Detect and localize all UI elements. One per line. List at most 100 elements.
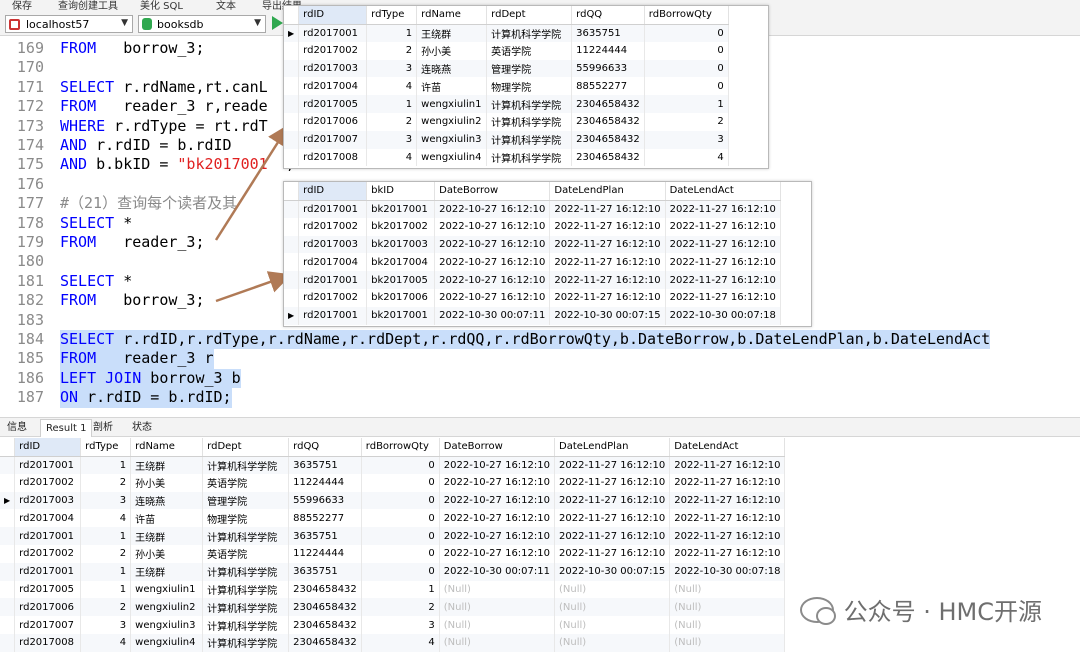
table-cell[interactable]: 4 xyxy=(644,148,729,167)
table-cell[interactable]: 0 xyxy=(644,77,729,96)
table-cell[interactable]: rd2017001 xyxy=(14,562,82,581)
table-row[interactable]: rd2017002 2 孙小美 英语学院 11224444 0 xyxy=(284,41,729,60)
table-cell[interactable]: 2022-11-27 16:12:10 xyxy=(554,544,671,563)
table-cell[interactable]: rd2017001 xyxy=(14,527,82,545)
column-header-rddept[interactable]: rdDept xyxy=(486,6,573,25)
table-cell[interactable]: 55996633 xyxy=(288,491,362,510)
table-cell[interactable]: 2022-11-27 16:12:10 xyxy=(665,217,781,236)
table-cell[interactable]: rd2017008 xyxy=(298,148,368,167)
table-row[interactable]: rd2017001 1 王绕群 计算机科学学院 3635751 0 2022-10-27 1… xyxy=(0,527,786,545)
table-cell[interactable]: 0 xyxy=(361,456,440,474)
column-header-dateborrow[interactable]: DateBorrow xyxy=(439,438,556,457)
table-row[interactable]: rd2017007 3 wengxiulin3 计算机科学学院 2304658432 3 xyxy=(284,130,729,149)
table-cell[interactable]: (Null) xyxy=(554,598,671,617)
table-cell[interactable]: 物理学院 xyxy=(486,77,573,96)
table-cell[interactable]: 英语学院 xyxy=(202,473,290,492)
tab-result-1[interactable]: Result 1 xyxy=(40,419,93,437)
table-cell[interactable]: 2022-11-27 16:12:10 xyxy=(554,509,671,528)
table-row[interactable]: rd2017001 1 王绕群 计算机科学学院 3635751 0 2022-10-30 0… xyxy=(0,562,786,581)
table-cell[interactable]: 英语学院 xyxy=(486,41,573,60)
table-cell[interactable]: 2 xyxy=(80,544,132,563)
table-cell[interactable]: 2022-11-27 16:12:10 xyxy=(549,217,666,236)
table-cell[interactable]: 3 xyxy=(80,616,132,634)
column-header-rdtype[interactable]: rdType xyxy=(366,6,418,25)
table-cell[interactable]: 2022-11-27 16:12:10 xyxy=(549,235,666,254)
table-cell[interactable]: 2 xyxy=(361,598,440,617)
table-cell[interactable]: 2022-11-27 16:12:10 xyxy=(669,456,786,474)
table-cell[interactable]: 2022-11-27 16:12:10 xyxy=(665,200,781,218)
table-cell[interactable]: 2022-11-27 16:12:10 xyxy=(549,200,666,218)
table-cell[interactable]: 4 xyxy=(366,148,418,167)
table-row[interactable]: rd2017004 bk2017004 2022-10-27 16:12:10 202… xyxy=(284,253,781,272)
table-cell[interactable]: 计算机科学学院 xyxy=(202,562,290,581)
table-cell[interactable]: 计算机科学学院 xyxy=(202,527,290,545)
table-cell[interactable]: 0 xyxy=(361,509,440,528)
table-row[interactable]: rd2017001 1 王绕群 计算机科学学院 3635751 0 2022-10-27 1… xyxy=(0,456,786,474)
table-cell[interactable]: 2022-11-27 16:12:10 xyxy=(669,544,786,563)
table-cell[interactable]: 4 xyxy=(361,633,440,652)
table-cell[interactable]: 3635751 xyxy=(571,24,645,42)
table-cell[interactable]: 2022-11-27 16:12:10 xyxy=(554,491,671,510)
table-cell[interactable]: 王绕群 xyxy=(130,456,204,474)
table-row[interactable]: ▶ rd2017001 1 王绕群 计算机科学学院 3635751 0 xyxy=(284,24,729,42)
table-cell[interactable]: rd2017002 xyxy=(298,41,368,60)
table-cell[interactable]: bk2017005 xyxy=(366,271,436,289)
table-cell[interactable]: rd2017006 xyxy=(14,598,82,617)
table-cell[interactable]: 计算机科学学院 xyxy=(486,95,573,113)
table-cell[interactable]: 许苗 xyxy=(416,77,488,96)
table-cell[interactable]: 2022-11-27 16:12:10 xyxy=(549,288,666,307)
table-cell[interactable]: 2022-11-27 16:12:10 xyxy=(665,288,781,307)
table-cell[interactable]: 1 xyxy=(366,95,418,113)
column-header-dateborrow[interactable]: DateBorrow xyxy=(434,182,551,201)
column-header-datelendact[interactable]: DateLendAct xyxy=(665,182,781,201)
table-cell[interactable]: (Null) xyxy=(439,633,556,652)
tab-info[interactable]: 信息 xyxy=(2,419,32,437)
table-cell[interactable]: 王绕群 xyxy=(130,527,204,545)
table-cell[interactable]: 1 xyxy=(80,456,132,474)
table-row[interactable]: ▶ rd2017001 bk2017001 2022-10-30 00:07:11 20… xyxy=(284,306,781,325)
table-cell[interactable]: 2 xyxy=(644,112,729,131)
table-cell[interactable]: bk2017001 xyxy=(366,306,436,325)
table-cell[interactable]: 2022-10-30 00:07:15 xyxy=(549,306,666,325)
column-header-rdid[interactable]: rdID xyxy=(298,182,368,201)
table-cell[interactable]: 管理学院 xyxy=(486,59,573,78)
table-cell[interactable]: 2304658432 xyxy=(288,616,362,634)
table-cell[interactable]: 1 xyxy=(361,580,440,599)
column-header-rdname[interactable]: rdName xyxy=(416,6,488,25)
table-cell[interactable]: 2304658432 xyxy=(288,580,362,599)
table-cell[interactable]: rd2017002 xyxy=(298,217,368,236)
table-cell[interactable]: 2022-11-27 16:12:10 xyxy=(669,509,786,528)
table-cell[interactable]: 王绕群 xyxy=(416,24,488,42)
table-cell[interactable]: rd2017007 xyxy=(298,130,368,149)
table-cell[interactable]: 2022-10-27 16:12:10 xyxy=(439,544,556,563)
table-cell[interactable]: 2 xyxy=(80,598,132,617)
column-header-rdid[interactable]: rdID xyxy=(298,6,368,25)
table-cell[interactable]: 0 xyxy=(644,41,729,60)
table-cell[interactable]: 管理学院 xyxy=(202,491,290,510)
table-cell[interactable]: 2022-11-27 16:12:10 xyxy=(669,527,786,545)
table-cell[interactable]: 2022-10-27 16:12:10 xyxy=(434,217,551,236)
column-header-rdborrowqty[interactable]: rdBorrowQty xyxy=(361,438,440,457)
table-cell[interactable]: 1 xyxy=(80,562,132,581)
table-cell[interactable]: 3635751 xyxy=(288,562,362,581)
table-row[interactable]: rd2017002 2 孙小美 英语学院 11224444 0 2022-10-27 16:… xyxy=(0,544,786,563)
table-cell[interactable]: 2022-11-27 16:12:10 xyxy=(549,253,666,272)
table-cell[interactable]: 2304658432 xyxy=(288,598,362,617)
table-cell[interactable]: 2022-10-27 16:12:10 xyxy=(434,235,551,254)
column-header-datelendplan[interactable]: DateLendPlan xyxy=(549,182,666,201)
table-cell[interactable]: wengxiulin2 xyxy=(130,598,204,617)
table-row[interactable]: rd2017008 4 wengxiulin4 计算机科学学院 2304658432 4(… xyxy=(0,633,786,652)
table-cell[interactable]: 2304658432 xyxy=(571,148,645,167)
column-header-rddept[interactable]: rdDept xyxy=(202,438,290,457)
table-cell[interactable]: 2022-11-27 16:12:10 xyxy=(554,473,671,492)
table-cell[interactable]: rd2017004 xyxy=(14,509,82,528)
table-row[interactable]: rd2017007 3 wengxiulin3 计算机科学学院 2304658432 3(… xyxy=(0,616,786,634)
table-cell[interactable]: 11224444 xyxy=(288,544,362,563)
table-cell[interactable]: 3 xyxy=(644,130,729,149)
table-cell[interactable]: 计算机科学学院 xyxy=(202,616,290,634)
table-cell[interactable]: 计算机科学学院 xyxy=(202,633,290,652)
table-cell[interactable]: 孙小美 xyxy=(130,544,204,563)
table-cell[interactable]: rd2017003 xyxy=(298,59,368,78)
table-cell[interactable]: 2022-10-27 16:12:10 xyxy=(434,253,551,272)
column-header-rdtype[interactable]: rdType xyxy=(80,438,132,457)
